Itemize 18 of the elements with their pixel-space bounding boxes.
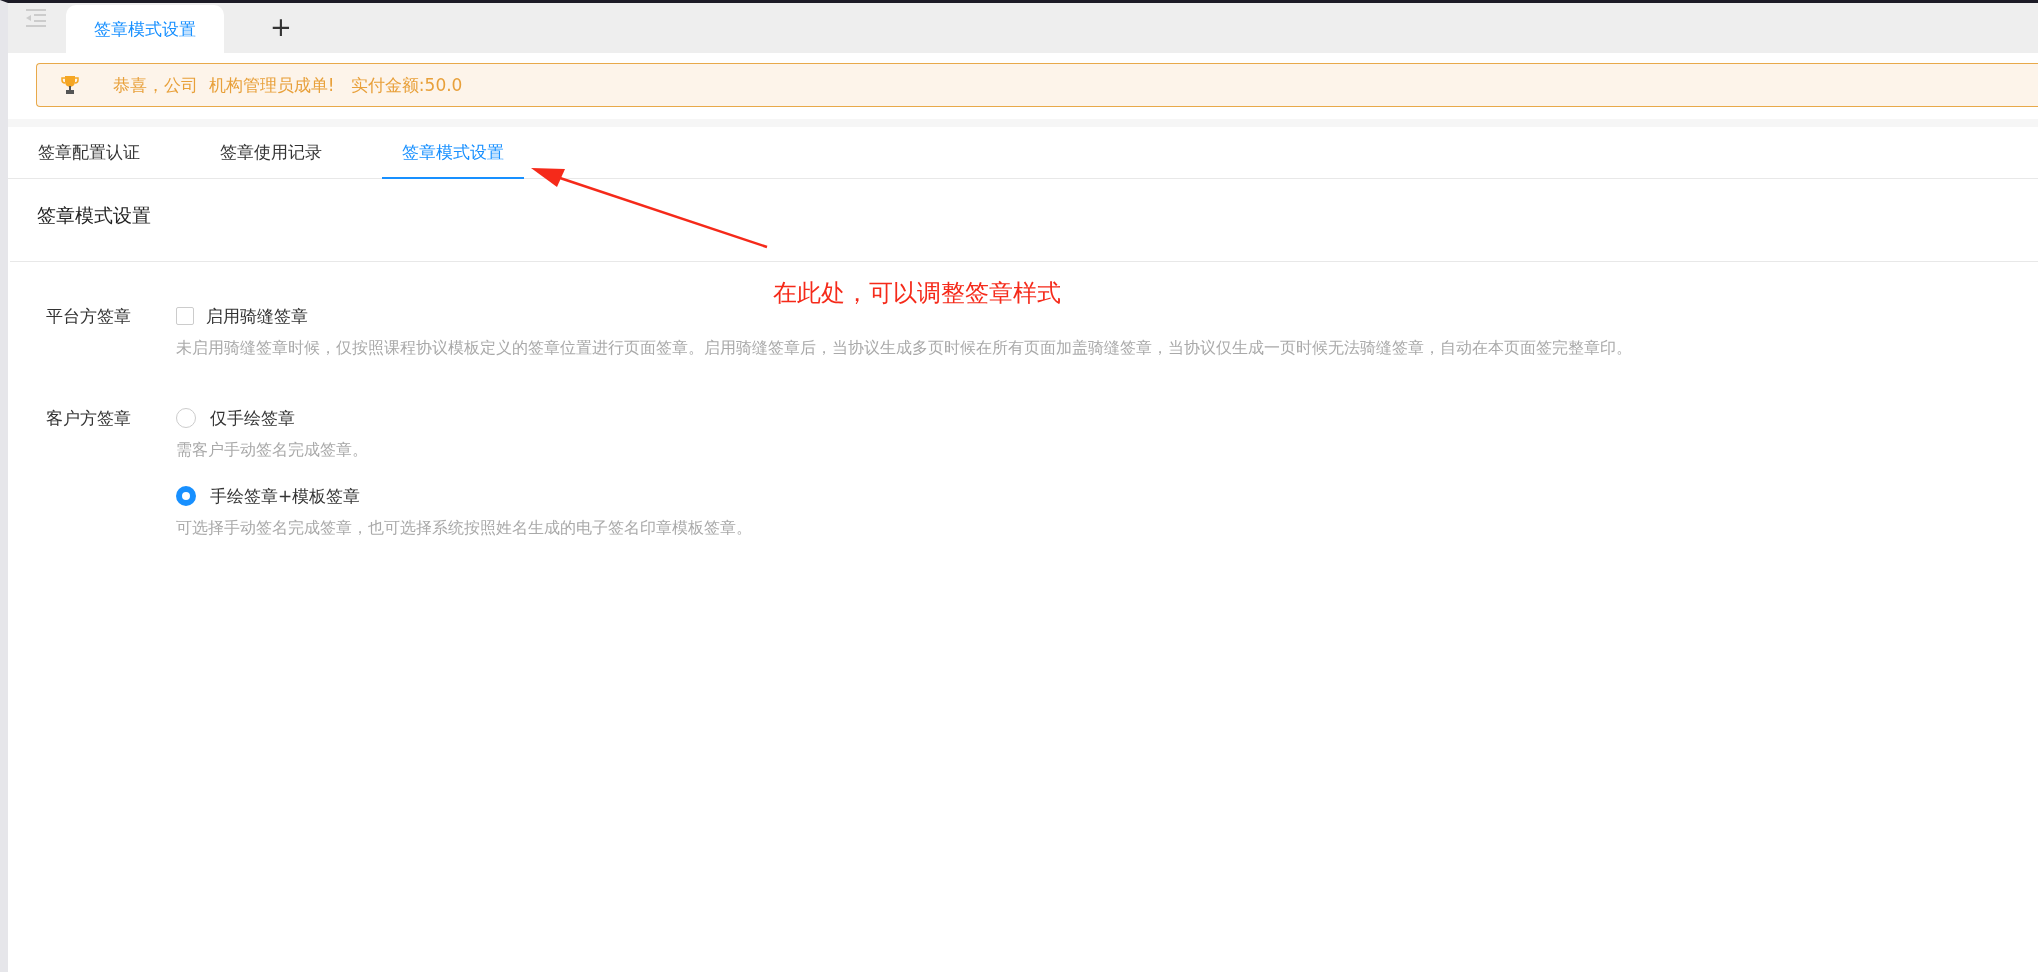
section-title: 签章模式设置 xyxy=(37,203,151,228)
tab[interactable]: 签章使用记录 xyxy=(200,127,342,179)
option-label[interactable]: 仅手绘签章 xyxy=(210,406,295,430)
checkbox[interactable] xyxy=(176,307,194,325)
trophy-icon xyxy=(61,75,79,95)
add-tab-button[interactable]: + xyxy=(264,9,298,45)
radio-button[interactable] xyxy=(176,486,196,506)
option-description: 需客户手动签名完成签章。 xyxy=(176,439,369,461)
menu-collapse-icon[interactable] xyxy=(24,9,48,27)
form-label: 平台方签章 xyxy=(46,305,132,328)
annotation-text: 在此处，可以调整签章样式 xyxy=(773,278,1061,309)
tab[interactable]: 签章配置认证 xyxy=(18,127,160,179)
option-label[interactable]: 启用骑缝签章 xyxy=(206,304,308,328)
option-description: 可选择手动签名完成签章，也可选择系统按照姓名生成的电子签名印章模板签章。 xyxy=(176,517,752,539)
notice-text: 恭喜，公司 机构管理员成单! 实付金额:50.0 xyxy=(113,73,463,97)
option-label[interactable]: 手绘签章+模板签章 xyxy=(210,484,361,508)
option-description: 未启用骑缝签章时候，仅按照课程协议模板定义的签章位置进行页面签章。启用骑缝签章后，当协议生成多页时候在所有页面加盖骑缝签章，当协议仅生成一页时候无法骑缝签章，自动在本页面签完整章印。 xyxy=(176,337,1632,359)
form-label: 客户方签章 xyxy=(46,407,132,430)
